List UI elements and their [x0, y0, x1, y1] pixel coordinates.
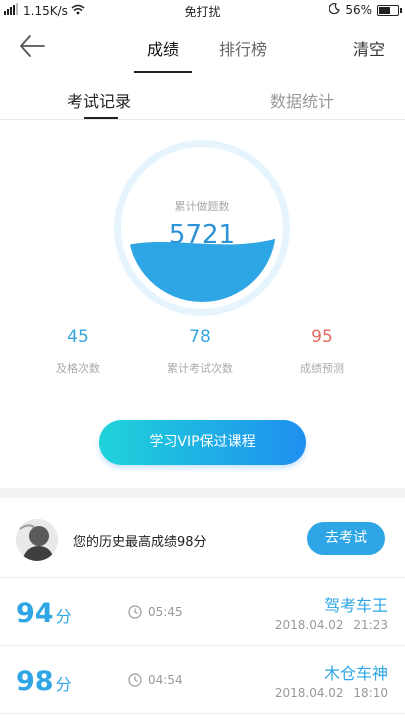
record-score-unit: 分	[55, 675, 72, 694]
exam-record-row[interactable]: 98 分 04:54 木仓车神 2018.04.02 18:10	[0, 646, 405, 714]
subtab-indicator	[84, 117, 118, 119]
record-datetime: 2018.04.02 18:10	[275, 686, 388, 700]
clock-icon	[128, 673, 142, 687]
stat-exam-value: 78	[189, 327, 211, 347]
gauge-inner: 累计做题数 5721	[128, 154, 276, 302]
record-time: 18:10	[353, 686, 388, 700]
status-bar: 1.15K/s 免打扰 56%	[0, 0, 405, 22]
subtab-data-stats[interactable]: 数据统计	[270, 88, 334, 112]
record-duration-text: 05:45	[148, 605, 183, 619]
record-duration-text: 04:54	[148, 673, 183, 687]
status-right: 56%	[328, 3, 402, 17]
record-score-unit: 分	[55, 607, 72, 626]
subtab-exam-records[interactable]: 考试记录	[67, 88, 131, 112]
clear-button[interactable]: 清空	[353, 36, 385, 60]
question-count-gauge: 累计做题数 5721	[121, 147, 283, 309]
exam-record-row[interactable]: 94 分 05:45 驾考车王 2018.04.02 21:23	[0, 578, 405, 646]
best-score-row: 您的历史最高成绩98分 去考试	[0, 498, 405, 578]
moon-icon	[328, 3, 341, 17]
take-exam-button[interactable]: 去考试	[307, 522, 385, 555]
top-navbar: 成绩 排行榜 清空	[0, 22, 405, 74]
record-score: 98 分	[16, 666, 72, 697]
avatar	[16, 519, 58, 561]
record-title: 木仓车神	[323, 664, 388, 683]
record-duration: 04:54	[128, 673, 183, 687]
stat-exam-count: 78 累计考试次数	[140, 327, 260, 376]
stat-pass-label: 及格次数	[56, 362, 100, 375]
record-score-value: 94	[16, 598, 54, 629]
best-score-text: 您的历史最高成绩98分	[73, 535, 207, 550]
record-duration: 05:45	[128, 605, 183, 619]
record-date: 2018.04.02	[274, 618, 344, 632]
record-score-value: 98	[16, 666, 54, 697]
stat-prediction-label: 成绩预测	[300, 362, 344, 375]
record-date: 2018.04.02	[274, 686, 344, 700]
record-score: 94 分	[16, 598, 72, 629]
back-arrow-icon	[20, 35, 45, 57]
back-button[interactable]	[18, 32, 52, 62]
section-divider	[0, 488, 405, 498]
record-title: 驾考车王	[323, 596, 388, 615]
clock-icon	[128, 605, 142, 619]
stat-pass-value: 45	[67, 327, 89, 347]
vip-course-button[interactable]: 学习VIP保过课程	[99, 420, 306, 465]
sub-tabs: 考试记录 数据统计	[0, 76, 405, 120]
stat-exam-label: 累计考试次数	[167, 362, 233, 375]
record-datetime: 2018.04.02 21:23	[275, 618, 388, 632]
tab-score[interactable]: 成绩	[147, 36, 179, 60]
gauge-value: 5721	[168, 220, 236, 250]
tab-leaderboard[interactable]: 排行榜	[219, 36, 267, 60]
nav-tab-indicator	[134, 71, 192, 73]
stat-prediction-value: 95	[311, 327, 333, 347]
stat-score-prediction: 95 成绩预测	[262, 327, 382, 376]
gauge-caption: 累计做题数	[174, 200, 230, 213]
battery-percent: 56%	[345, 3, 372, 17]
record-time: 21:23	[353, 618, 388, 632]
battery-icon	[377, 4, 402, 16]
stat-pass-count: 45 及格次数	[18, 327, 138, 376]
